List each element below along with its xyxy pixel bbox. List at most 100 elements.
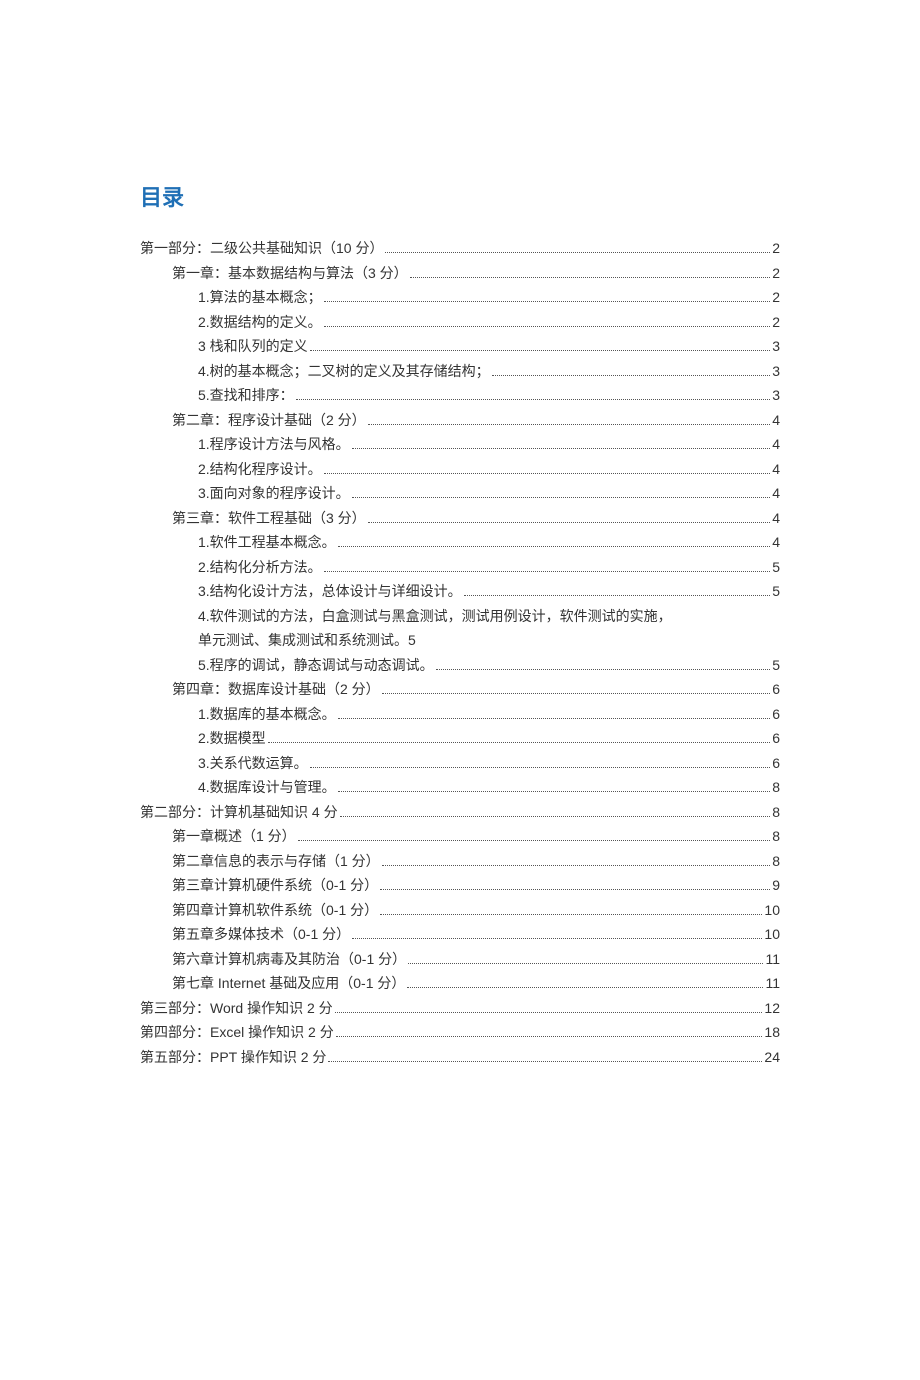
toc-entry: 5.查找和排序：3 xyxy=(140,383,780,408)
toc-entry: 第三章计算机硬件系统（0-1 分） 9 xyxy=(140,873,780,898)
toc-entry: 4.数据库设计与管理。 8 xyxy=(140,775,780,800)
toc-entry: 第一部分：二级公共基础知识（10 分） 2 xyxy=(140,236,780,261)
document-page: 目录 第一部分：二级公共基础知识（10 分）2第一章：基本数据结构与算法（3 分… xyxy=(0,0,920,1069)
toc-page-number: 4 xyxy=(772,506,780,531)
toc-entry-label: 2.数据模型 xyxy=(198,726,266,751)
toc-page-number: 4 xyxy=(772,408,780,433)
toc-leader-dots xyxy=(336,1036,763,1037)
toc-entry: 第一章概述（1 分）8 xyxy=(140,824,780,849)
toc-entry: 4.树的基本概念；二叉树的定义及其存储结构；3 xyxy=(140,359,780,384)
toc-entry-label: 第三部分：Word 操作知识 2 分 xyxy=(140,996,333,1021)
toc-page-number: 4 xyxy=(772,530,780,555)
toc-entry-label: 第三章：软件工程基础（3 分） xyxy=(172,506,366,531)
toc-page-number: 2 xyxy=(772,236,780,261)
toc-page-number: 18 xyxy=(764,1020,780,1045)
toc-entry: 4.软件测试的方法，白盒测试与黑盒测试，测试用例设计，软件测试的实施，单元测试、… xyxy=(140,604,780,653)
toc-entry: 第二章信息的表示与存储（1 分） 8 xyxy=(140,849,780,874)
table-of-contents: 第一部分：二级公共基础知识（10 分）2第一章：基本数据结构与算法（3 分）21… xyxy=(140,236,780,1069)
toc-leader-dots xyxy=(338,546,771,547)
toc-entry-label: 1.算法的基本概念； xyxy=(198,285,322,310)
toc-leader-dots xyxy=(368,424,771,425)
toc-leader-dots xyxy=(352,938,762,939)
toc-entry: 1.程序设计方法与风格。 4 xyxy=(140,432,780,457)
toc-page-number: 8 xyxy=(772,775,780,800)
toc-leader-dots xyxy=(338,791,771,792)
toc-entry-label: 5.查找和排序： xyxy=(198,383,294,408)
toc-page-number: 6 xyxy=(772,702,780,727)
toc-leader-dots xyxy=(382,693,771,694)
toc-entry-label: 第七章 Internet 基础及应用（0-1 分） xyxy=(172,971,405,996)
toc-entry-label: 1.程序设计方法与风格。 xyxy=(198,432,350,457)
toc-leader-dots xyxy=(368,522,771,523)
toc-leader-dots xyxy=(328,1061,762,1062)
toc-entry: 第六章计算机病毒及其防治（0-1 分）11 xyxy=(140,947,780,972)
toc-page-number: 2 xyxy=(772,261,780,286)
toc-entry: 第四章计算机软件系统（0-1 分） 10 xyxy=(140,898,780,923)
toc-entry-label: 第一章：基本数据结构与算法（3 分） xyxy=(172,261,408,286)
toc-leader-dots xyxy=(382,865,771,866)
toc-page-number: 8 xyxy=(772,849,780,874)
toc-entry: 第二章：程序设计基础（2 分） 4 xyxy=(140,408,780,433)
toc-page-number: 5 xyxy=(408,628,416,653)
toc-page-number: 5 xyxy=(772,555,780,580)
toc-entry-row: 单元测试、集成测试和系统测试。5 xyxy=(198,628,780,653)
toc-entry-label: 第四章：数据库设计基础（2 分） xyxy=(172,677,380,702)
toc-page-number: 5 xyxy=(772,579,780,604)
toc-entry-label: 第二章信息的表示与存储（1 分） xyxy=(172,849,380,874)
toc-page-number: 11 xyxy=(765,947,780,972)
toc-leader-dots xyxy=(380,914,762,915)
toc-leader-dots xyxy=(296,399,771,400)
toc-entry-label: 第二章：程序设计基础（2 分） xyxy=(172,408,366,433)
toc-entry: 第三章：软件工程基础（3 分） 4 xyxy=(140,506,780,531)
toc-entry-label: 2.结构化分析方法。 xyxy=(198,555,322,580)
toc-entry: 3 栈和队列的定义3 xyxy=(140,334,780,359)
toc-leader-dots xyxy=(338,718,771,719)
toc-leader-dots xyxy=(464,595,771,596)
toc-entry-label: 3.面向对象的程序设计。 xyxy=(198,481,350,506)
toc-leader-dots xyxy=(335,1012,763,1013)
toc-entry-label: 3.结构化设计方法，总体设计与详细设计。 xyxy=(198,579,462,604)
toc-page-number: 6 xyxy=(772,726,780,751)
toc-entry-label: 4.数据库设计与管理。 xyxy=(198,775,336,800)
toc-page-number: 10 xyxy=(764,922,780,947)
toc-leader-dots xyxy=(407,987,763,988)
toc-page-number: 11 xyxy=(765,971,780,996)
toc-page-number: 8 xyxy=(772,800,780,825)
toc-entry: 3.关系代数运算。6 xyxy=(140,751,780,776)
toc-page-number: 10 xyxy=(764,898,780,923)
toc-page-number: 8 xyxy=(772,824,780,849)
toc-entry-label: 第四部分：Excel 操作知识 2 分 xyxy=(140,1020,334,1045)
toc-entry-label: 第五章多媒体技术（0-1 分） xyxy=(172,922,350,947)
toc-leader-dots xyxy=(310,767,771,768)
toc-entry: 第二部分：计算机基础知识 4 分8 xyxy=(140,800,780,825)
toc-page-number: 5 xyxy=(772,653,780,678)
toc-page-number: 6 xyxy=(772,751,780,776)
toc-leader-dots xyxy=(268,742,771,743)
toc-entry: 2.结构化分析方法。 5 xyxy=(140,555,780,580)
toc-entry-label: 第一部分：二级公共基础知识（10 分） xyxy=(140,236,383,261)
toc-page-number: 4 xyxy=(772,432,780,457)
toc-leader-dots xyxy=(385,252,770,253)
toc-leader-dots xyxy=(324,473,771,474)
toc-page-number: 24 xyxy=(764,1045,780,1070)
toc-page-number: 9 xyxy=(772,873,780,898)
toc-leader-dots xyxy=(408,963,763,964)
toc-leader-dots xyxy=(324,326,771,327)
toc-leader-dots xyxy=(324,571,771,572)
toc-entry: 2.结构化程序设计。4 xyxy=(140,457,780,482)
toc-entry-label: 第三章计算机硬件系统（0-1 分） xyxy=(172,873,378,898)
toc-leader-dots xyxy=(380,889,770,890)
toc-entry-label: 2.数据结构的定义。 xyxy=(198,310,322,335)
toc-entry-label: 5.程序的调试，静态调试与动态调试。 xyxy=(198,653,434,678)
toc-leader-dots xyxy=(492,375,771,376)
toc-entry-label: 第四章计算机软件系统（0-1 分） xyxy=(172,898,378,923)
toc-entry: 3.结构化设计方法，总体设计与详细设计。 5 xyxy=(140,579,780,604)
toc-leader-dots xyxy=(352,448,771,449)
toc-entry: 第四部分：Excel 操作知识 2 分 18 xyxy=(140,1020,780,1045)
toc-page-number: 2 xyxy=(772,310,780,335)
toc-entry: 2.数据结构的定义。 2 xyxy=(140,310,780,335)
toc-entry: 1.算法的基本概念；2 xyxy=(140,285,780,310)
toc-entry-label: 单元测试、集成测试和系统测试。 xyxy=(198,628,408,653)
toc-entry-label: 1.数据库的基本概念。 xyxy=(198,702,336,727)
toc-entry: 3.面向对象的程序设计。4 xyxy=(140,481,780,506)
